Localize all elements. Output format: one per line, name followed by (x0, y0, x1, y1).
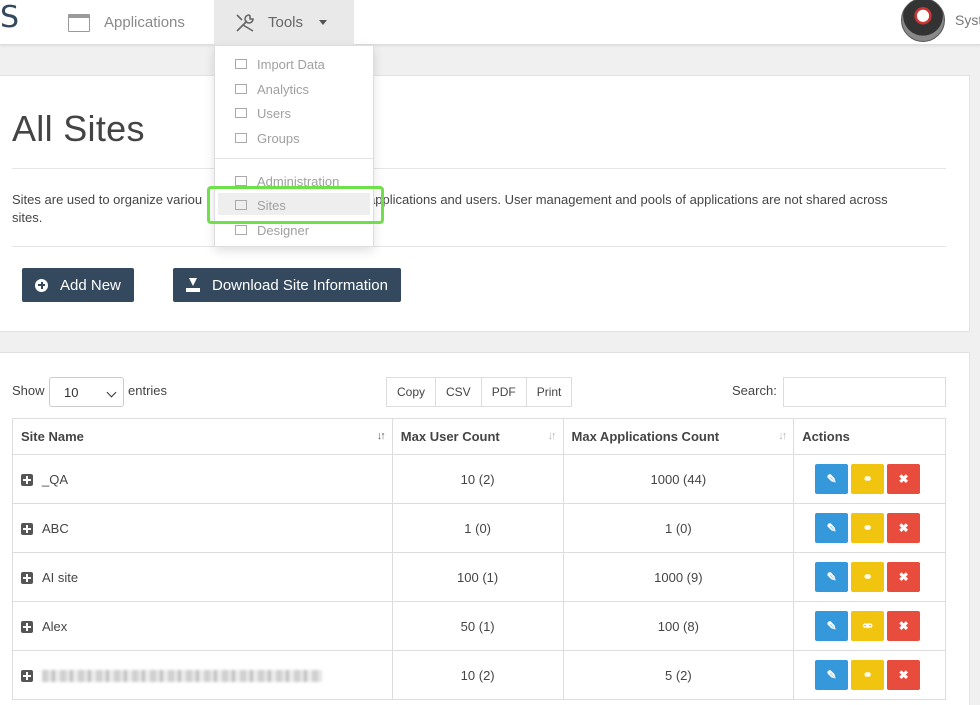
expand-icon[interactable] (21, 523, 33, 536)
import-icon (235, 59, 247, 69)
show-label: Show (12, 383, 45, 398)
expand-icon[interactable] (21, 670, 33, 683)
menu-item-analytics[interactable]: Analytics (235, 79, 309, 99)
add-new-button[interactable]: Add New (22, 268, 134, 302)
site-name: Alex (42, 618, 68, 634)
max-user-count: 1 (0) (391, 503, 564, 553)
max-apps-count: 100 (8) (562, 601, 795, 651)
nav-applications[interactable]: Applications (68, 0, 185, 45)
column-header-actions: Actions (793, 418, 946, 455)
plus-circle-icon (35, 278, 48, 292)
window-icon (68, 13, 90, 32)
sites-table: Site Name ↓↑ Max User Count ↓↑ Max Applica… (12, 418, 946, 700)
column-header-site-name[interactable]: Site Name ↓↑ (12, 418, 393, 455)
site-name: _QA (42, 471, 69, 487)
table-row: Alex 50 (1) 100 (8) ✎ ⚮ ✖ (12, 601, 946, 651)
group-icon (235, 133, 247, 143)
search-label: Search: (732, 383, 777, 398)
expand-icon[interactable] (21, 572, 33, 585)
download-site-info-button[interactable]: Download Site Information (173, 268, 401, 302)
menu-item-import-data[interactable]: Import Data (235, 54, 325, 74)
top-navbar: S Applications Tools Syst (0, 0, 980, 45)
nav-tools-label: Tools (268, 14, 304, 31)
page-size-select[interactable]: 10 (49, 377, 124, 407)
sites-highlight-box (207, 186, 384, 224)
avatar[interactable] (901, 0, 945, 42)
redacted-site-name (42, 670, 322, 683)
max-apps-count: 5 (2) (562, 650, 795, 700)
edit-button[interactable]: ✎ (815, 562, 849, 592)
add-new-label: Add New (60, 276, 121, 294)
table-row: 10 (2) 5 (2) ✎ ⚭ ✖ (12, 650, 946, 700)
delete-button[interactable]: ✖ (887, 611, 921, 641)
site-name: ABC (42, 520, 69, 536)
unlink-button[interactable]: ⚮ (851, 611, 885, 641)
brand-logo[interactable]: S (0, 2, 19, 34)
page-description: Sites are used to organize variou applica… (12, 192, 888, 225)
search-input[interactable] (783, 377, 946, 407)
chevron-down-icon (106, 387, 117, 398)
export-buttons: Copy CSV PDF Print (386, 377, 573, 407)
delete-button[interactable]: ✖ (887, 562, 921, 592)
sort-asc-icon: ↓↑ (376, 430, 386, 442)
divider (12, 168, 946, 169)
column-header-max-user-count[interactable]: Max User Count ↓↑ (391, 418, 564, 455)
table-row: ABC 1 (0) 1 (0) ✎ ⚭ ✖ (12, 503, 946, 553)
csv-button[interactable]: CSV (435, 377, 482, 407)
max-user-count: 10 (2) (391, 454, 564, 504)
page-title: All Sites (12, 108, 145, 149)
delete-button[interactable]: ✖ (887, 513, 921, 543)
max-apps-count: 1000 (44) (562, 454, 795, 504)
divider (12, 246, 946, 247)
tools-icon (236, 13, 254, 32)
max-user-count: 100 (1) (391, 552, 564, 602)
menu-item-groups[interactable]: Groups (235, 128, 300, 148)
download-icon (186, 278, 200, 292)
expand-icon[interactable] (21, 474, 33, 487)
delete-button[interactable]: ✖ (887, 660, 921, 690)
pdf-button[interactable]: PDF (480, 377, 527, 407)
sort-icon: ↓↑ (778, 430, 787, 442)
max-user-count: 10 (2) (391, 650, 564, 700)
expand-icon[interactable] (21, 621, 33, 634)
max-user-count: 50 (1) (391, 601, 564, 651)
monitor-icon (235, 176, 247, 186)
delete-button[interactable]: ✖ (887, 464, 921, 494)
menu-item-users[interactable]: Users (235, 103, 291, 123)
edit-button[interactable]: ✎ (815, 513, 849, 543)
designer-icon (235, 225, 247, 235)
max-apps-count: 1000 (9) (562, 552, 795, 602)
site-name: AI site (42, 569, 79, 585)
download-label: Download Site Information (212, 276, 388, 294)
link-button[interactable]: ⚭ (851, 513, 885, 543)
print-button[interactable]: Print (525, 377, 573, 407)
table-header-row: Site Name ↓↑ Max User Count ↓↑ Max Applica… (12, 418, 946, 455)
edit-button[interactable]: ✎ (815, 464, 849, 494)
user-name[interactable]: Syst (955, 12, 980, 28)
nav-tools[interactable]: Tools (214, 0, 354, 45)
max-apps-count: 1 (0) (562, 503, 795, 553)
nav-applications-label: Applications (104, 14, 185, 31)
copy-button[interactable]: Copy (386, 377, 437, 407)
entries-label: entries (128, 383, 168, 398)
menu-divider (215, 158, 373, 159)
link-button[interactable]: ⚭ (851, 464, 885, 494)
edit-button[interactable]: ✎ (815, 611, 849, 641)
link-button[interactable]: ⚭ (851, 562, 885, 592)
chart-icon (235, 84, 247, 94)
edit-button[interactable]: ✎ (815, 660, 849, 690)
column-header-max-applications-count[interactable]: Max Applications Count ↓↑ (562, 418, 795, 455)
chevron-down-icon (319, 20, 328, 25)
table-row: AI site 100 (1) 1000 (9) ✎ ⚭ ✖ (12, 552, 946, 602)
table-row: _QA 10 (2) 1000 (44) ✎ ⚭ ✖ (12, 454, 946, 504)
sort-icon: ↓↑ (547, 430, 557, 442)
user-icon (235, 108, 247, 118)
link-button[interactable]: ⚭ (851, 660, 885, 690)
